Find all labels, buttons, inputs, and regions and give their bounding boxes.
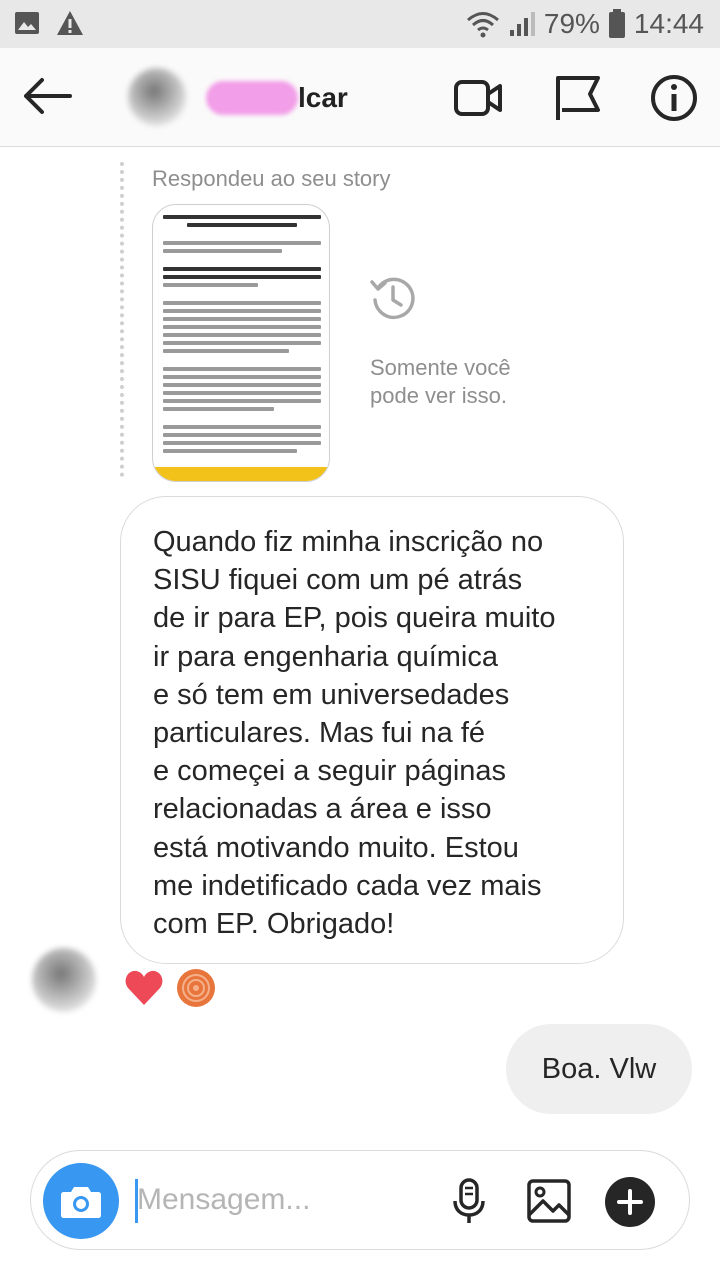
plus-icon <box>617 1189 643 1215</box>
flag-icon[interactable] <box>552 72 604 124</box>
history-icon <box>370 277 415 320</box>
story-reply-line <box>120 162 124 477</box>
message-input[interactable] <box>137 1175 437 1225</box>
wifi-icon <box>466 12 499 38</box>
plus-button[interactable] <box>605 1177 655 1227</box>
battery-percent: 79% <box>543 8 600 39</box>
redacted-name <box>206 81 298 115</box>
outgoing-message-bubble[interactable]: Boa. Vlw <box>506 1024 692 1114</box>
chat-header: lcar <box>0 48 720 147</box>
info-icon[interactable] <box>648 72 700 124</box>
camera-button[interactable] <box>43 1163 119 1239</box>
message-reactions[interactable] <box>124 968 216 1008</box>
reaction-avatar-icon <box>177 969 215 1007</box>
only-you-line-2: pode ver isso. <box>370 383 507 408</box>
sender-avatar[interactable] <box>32 948 96 1012</box>
picture-icon <box>15 12 39 34</box>
clock-time: 14:44 <box>633 8 704 39</box>
story-reply-caption: Respondeu ao seu story <box>152 166 391 191</box>
battery-icon <box>608 9 625 38</box>
story-text-preview <box>163 211 321 471</box>
status-bar: 79% 14:44 <box>0 0 720 48</box>
warning-icon <box>57 11 83 35</box>
story-thumbnail-footer <box>153 467 329 481</box>
heart-icon <box>125 970 163 1005</box>
microphone-icon[interactable] <box>445 1177 493 1225</box>
contact-name[interactable]: lcar <box>206 78 348 118</box>
signal-icon <box>509 12 535 36</box>
back-arrow-icon[interactable] <box>20 74 76 118</box>
camera-icon <box>61 1187 101 1218</box>
contact-name-text: lcar <box>298 82 348 113</box>
message-composer <box>30 1150 690 1250</box>
story-thumbnail[interactable] <box>152 204 330 482</box>
only-you-line-1: Somente você <box>370 355 511 380</box>
contact-avatar[interactable] <box>128 68 186 126</box>
video-call-icon[interactable] <box>452 72 504 124</box>
only-you-notice: Somente você pode ver isso. <box>370 354 570 410</box>
gallery-icon[interactable] <box>525 1177 573 1225</box>
incoming-message-bubble[interactable]: Quando fiz minha inscrição no SISU fique… <box>120 496 624 964</box>
